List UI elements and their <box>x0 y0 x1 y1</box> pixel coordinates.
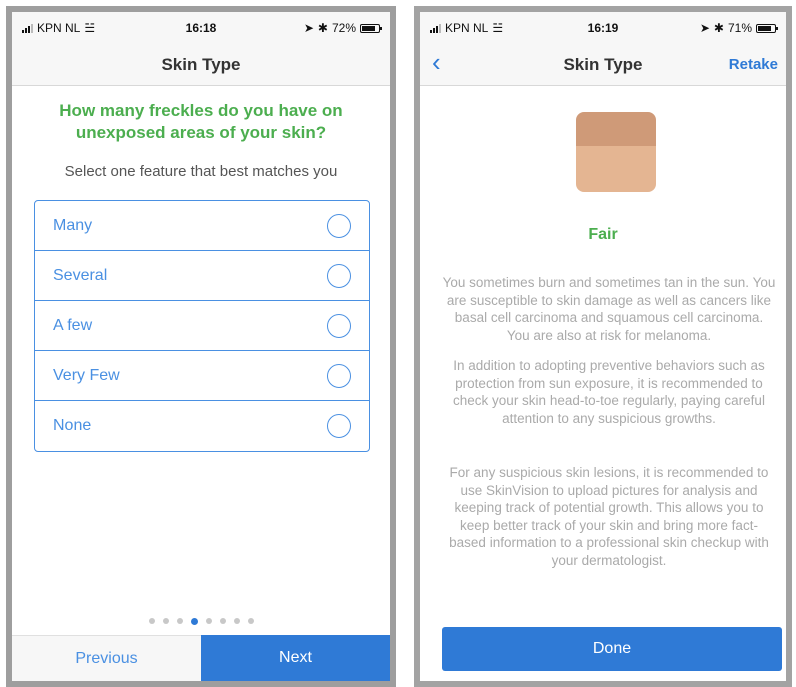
swatch-top-tone <box>576 112 656 146</box>
phone-screen-questionnaire: KPN NL ☱ 16:18 ➤ ✱ 72% Skin Type How man… <box>6 6 396 687</box>
option-many[interactable]: Many <box>35 201 369 251</box>
nav-bar: Skin Type <box>12 42 390 86</box>
option-label: Several <box>53 267 108 284</box>
radio-button[interactable] <box>327 264 351 288</box>
instruction-text: Select one feature that best matches you <box>64 163 338 180</box>
description-paragraph: In addition to adopting preventive behav… <box>453 358 765 426</box>
radio-button[interactable] <box>327 314 351 338</box>
location-icon: ➤ <box>699 21 710 35</box>
radio-button[interactable] <box>327 214 351 238</box>
skin-type-name: Fair <box>588 226 618 243</box>
page-dot <box>247 618 254 624</box>
page-dot <box>219 618 226 624</box>
nav-bar: ‹ Skin Type Retake <box>420 42 786 86</box>
skin-color-swatch <box>576 112 656 192</box>
retake-button[interactable]: Retake <box>729 56 778 73</box>
page-dot <box>205 618 212 624</box>
description-paragraph: For any suspicious skin lesions, it is r… <box>449 465 769 568</box>
done-button[interactable]: Done <box>442 627 782 671</box>
status-right: ➤ ✱ 71% <box>699 21 778 35</box>
option-label: None <box>53 417 92 434</box>
radio-button[interactable] <box>327 414 351 438</box>
bluetooth-icon: ✱ <box>713 21 724 35</box>
battery-percent: 71% <box>727 21 752 35</box>
page-title: Skin Type <box>161 55 241 74</box>
swatch-bottom-tone <box>576 145 656 192</box>
option-several[interactable]: Several <box>35 251 369 301</box>
location-icon: ➤ <box>303 21 314 35</box>
option-label: A few <box>53 317 93 334</box>
options-list: Many Several A few Very Few None <box>34 200 370 452</box>
status-bar: KPN NL ☱ 16:18 ➤ ✱ 72% <box>12 12 390 42</box>
battery-icon <box>360 23 382 33</box>
footer-buttons: Previous Next <box>12 635 390 681</box>
radio-button[interactable] <box>327 364 351 388</box>
page-dot <box>176 618 183 624</box>
page-dot <box>148 618 155 624</box>
page-dot <box>162 618 169 624</box>
option-none[interactable]: None <box>35 401 369 451</box>
status-right: ➤ ✱ 72% <box>303 21 382 35</box>
next-button[interactable]: Next <box>201 635 390 681</box>
battery-icon <box>756 23 778 33</box>
question-text: How many freckles do you have on unexpos… <box>59 101 343 142</box>
battery-percent: 72% <box>331 21 356 35</box>
option-very-few[interactable]: Very Few <box>35 351 369 401</box>
option-label: Many <box>53 217 93 234</box>
page-indicator <box>12 617 390 625</box>
page-dot <box>233 618 240 624</box>
option-a-few[interactable]: A few <box>35 301 369 351</box>
bluetooth-icon: ✱ <box>317 21 328 35</box>
description-paragraph: You sometimes burn and sometimes tan in … <box>442 275 776 343</box>
page-dot-active <box>190 617 198 625</box>
phone-screen-result: KPN NL ☱ 16:19 ➤ ✱ 71% ‹ Skin Type Retak… <box>414 6 792 687</box>
status-bar: KPN NL ☱ 16:19 ➤ ✱ 71% <box>420 12 786 42</box>
previous-button[interactable]: Previous <box>12 635 201 681</box>
option-label: Very Few <box>53 367 120 384</box>
